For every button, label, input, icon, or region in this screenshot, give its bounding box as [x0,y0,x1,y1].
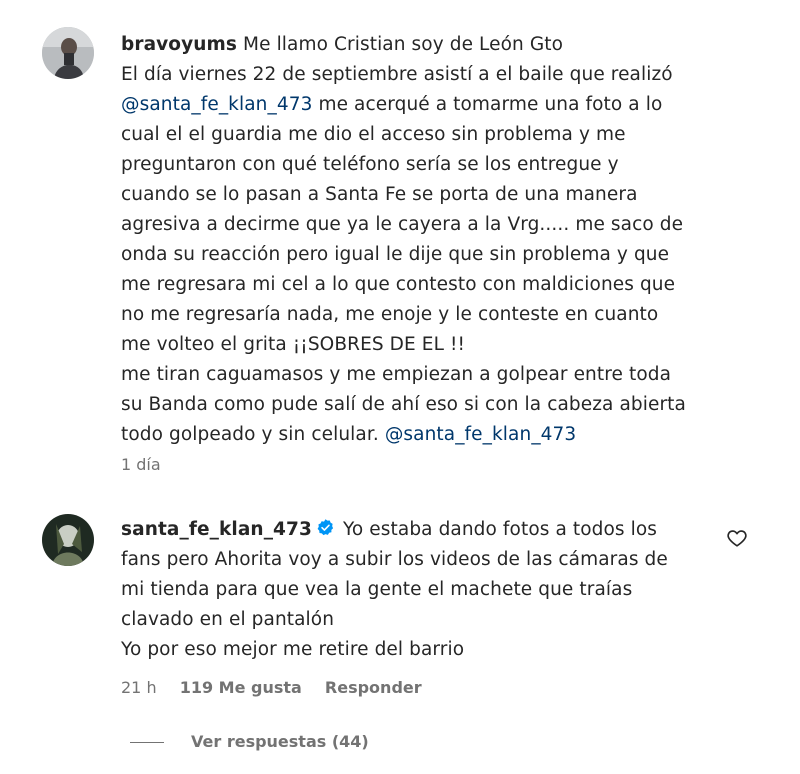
comment-text: santa_fe_klan_473 Yo estaba dando fotos a… [121,515,668,665]
comment-line: cuando se lo pasan a Santa Fe se porta d… [121,184,638,205]
mention-link[interactable]: @santa_fe_klan_473 [121,94,312,115]
comment-line: agresiva a decirme que ya le cayera a la… [121,214,684,235]
comment-line: preguntaron con qué teléfono sería se lo… [121,154,619,175]
like-heart-icon[interactable] [726,527,748,549]
view-replies-button[interactable]: Ver respuestas (44) [130,732,369,751]
mention-link[interactable]: @santa_fe_klan_473 [385,424,576,445]
comment-line: su Banda como pude salí de ahí eso si co… [121,394,686,415]
avatar[interactable] [42,27,94,79]
reply-button[interactable]: Responder [325,678,422,697]
comment-line: Yo por eso mejor me retire del barrio [121,639,465,660]
comment-line: me volteo el grita ¡¡SOBRES DE EL !! [121,334,466,355]
verified-badge-icon [317,519,334,536]
comment-meta: 1 día [121,455,179,474]
comment-line: fans pero Ahorita voy a subir los videos… [121,549,668,570]
likes-count[interactable]: 119 Me gusta [180,678,302,697]
comment-line: me tiran caguamasos y me empiezan a golp… [121,364,672,385]
replies-divider [130,742,164,743]
comment-line: @santa_fe_klan_473 me acerqué a tomarme … [121,94,663,115]
comment-text: bravoyums Me llamo Cristian soy de León G… [121,30,686,450]
comment-line: mi tienda para que vea la gente el mache… [121,579,633,600]
view-replies-label: Ver respuestas (44) [191,732,369,751]
comment-line: bravoyums Me llamo Cristian soy de León G… [121,34,564,55]
username[interactable]: santa_fe_klan_473 [121,519,312,540]
comment-meta: 21 h 119 Me gusta Responder [121,678,440,697]
comment-line: onda su reacción pero igual le dije que … [121,244,670,265]
avatar-photo-icon [42,27,94,79]
comment-line: no me regresaría nada, me enoje y le con… [121,304,659,325]
comment-line: cual el el guardia me dio el acceso sin … [121,124,626,145]
avatar-photo-icon [42,514,94,566]
timestamp[interactable]: 21 h [121,678,157,697]
comment-line: me regresara mi cel a lo que contesto co… [121,274,676,295]
timestamp[interactable]: 1 día [121,455,161,474]
comment-line: clavado en el pantalón [121,609,335,630]
comment-line: todo golpeado y sin celular. @santa_fe_k… [121,424,577,445]
comment-line: santa_fe_klan_473 Yo estaba dando fotos a… [121,519,658,540]
comment-line: El día viernes 22 de septiembre asistí a… [121,64,673,85]
avatar[interactable] [42,514,94,566]
username[interactable]: bravoyums [121,34,237,55]
